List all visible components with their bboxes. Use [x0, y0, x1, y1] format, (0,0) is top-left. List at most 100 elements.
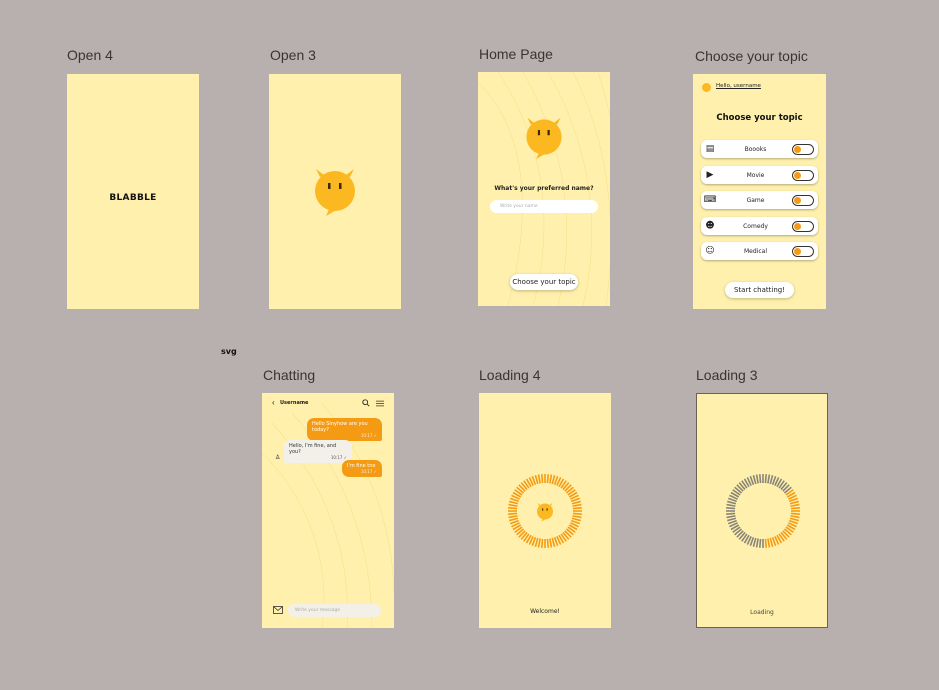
mascot-icon [537, 502, 553, 522]
ring-segment [727, 517, 737, 522]
ring-segment [726, 512, 736, 516]
ring-segment [789, 517, 799, 522]
ring-segment [509, 500, 519, 505]
topic-heading: Choose your topic [716, 113, 803, 123]
mascot-icon [315, 169, 355, 216]
ring-segment [755, 474, 759, 484]
menu-icon[interactable] [376, 400, 384, 407]
loading-caption: Loading [750, 609, 774, 616]
ring-segment [726, 503, 736, 507]
comedy-icon: ☻ [705, 221, 715, 231]
ring-segment [508, 506, 518, 510]
greeting-link[interactable]: Hello, username [716, 83, 761, 89]
frame-loading4: Welcome! [479, 393, 611, 628]
ring-segment [546, 474, 550, 484]
book-icon: ▤ [705, 144, 715, 154]
ring-segment [534, 537, 539, 547]
ring-segment [508, 512, 518, 516]
topic-toggle[interactable] [792, 143, 814, 155]
frame-chat[interactable]: ‹ Username Hello Sinyhow are you today? … [262, 393, 394, 628]
brand-logo-text: BLABBLE [109, 193, 157, 203]
medical-icon: ☺ [705, 246, 715, 256]
ring-segment [537, 474, 541, 484]
ring-segment [769, 537, 774, 547]
frame-open3[interactable] [269, 74, 401, 309]
ring-segment [509, 517, 519, 522]
gamepad-icon: ⌨ [703, 195, 717, 205]
topic-toggle[interactable] [792, 220, 814, 232]
progress-ring [726, 474, 800, 548]
topic-row-game[interactable]: ⌨ Game [701, 191, 818, 209]
frame-label-home: Home Page [479, 46, 553, 62]
ring-segment [752, 537, 757, 547]
topic-row-books[interactable]: ▤ Boooks [701, 140, 818, 158]
ring-segment [540, 538, 544, 548]
ring-segment [790, 515, 800, 519]
ring-segment [789, 500, 799, 505]
mail-icon[interactable] [273, 606, 283, 614]
topic-row-medical[interactable]: ☺ Medical [701, 242, 818, 260]
mascot-icon [526, 117, 562, 159]
topic-toggle[interactable] [792, 169, 814, 181]
topic-toggle[interactable] [792, 245, 814, 257]
message-outgoing: Hello Sinyhow are you today? 10:17 ✓ [307, 418, 382, 441]
topic-label: Game [746, 196, 765, 204]
frame-home[interactable]: What's your preferred name? Write your n… [478, 72, 610, 306]
ring-segment [790, 503, 800, 507]
avatar [702, 83, 711, 92]
ring-segment [767, 538, 771, 548]
name-input[interactable]: Write your name [490, 200, 598, 213]
contact-avatar-icon: ♙ [275, 455, 281, 461]
topic-row-movie[interactable]: ▶ Movie [701, 166, 818, 184]
ring-segment [540, 474, 544, 484]
svg-layer-label: svg [221, 347, 237, 356]
ring-segment [764, 538, 768, 548]
topic-row-comedy[interactable]: ☻ Comedy [701, 217, 818, 235]
topic-label: Boooks [744, 145, 767, 153]
start-chatting-button[interactable]: Start chatting! [725, 282, 794, 298]
chat-username: Username [280, 400, 309, 406]
movie-icon: ▶ [706, 170, 714, 180]
back-icon[interactable]: ‹ [272, 398, 275, 407]
ring-segment [534, 475, 539, 485]
ring-segment [755, 538, 759, 548]
topic-label: Medical [744, 247, 767, 255]
message-incoming: Hello, I'm fine, and you? 10:17 ✓ [284, 440, 352, 463]
frame-topic[interactable]: Hello, username Choose your topic ▤ Booo… [693, 74, 826, 309]
topic-toggle[interactable] [792, 194, 814, 206]
ring-segment [508, 515, 518, 519]
ring-segment [726, 506, 736, 510]
name-question: What's your preferred name? [494, 185, 594, 192]
frame-label-topic: Choose your topic [695, 48, 808, 64]
choose-topic-button[interactable]: Choose your topic [510, 274, 578, 290]
ring-segment [551, 475, 556, 485]
ring-segment [537, 538, 541, 548]
topic-label: Movie [746, 171, 765, 179]
ring-segment [758, 538, 762, 548]
frame-label-loading4: Loading 4 [479, 367, 541, 383]
frame-label-open4: Open 4 [67, 47, 113, 63]
message-input[interactable]: Write your message [288, 604, 381, 617]
ring-segment [767, 474, 771, 484]
frame-loading3: Loading [696, 393, 828, 628]
ring-segment [572, 503, 582, 507]
ring-segment [551, 537, 556, 547]
ring-segment [764, 474, 768, 484]
ring-segment [508, 503, 518, 507]
ring-segment [727, 500, 737, 505]
frame-open4[interactable]: BLABBLE [67, 74, 199, 309]
frame-label-loading3: Loading 3 [696, 367, 758, 383]
ring-segment [572, 512, 582, 516]
ring-segment [769, 475, 774, 485]
ring-segment [726, 515, 736, 519]
ring-segment [549, 538, 553, 548]
ring-segment [790, 512, 800, 516]
frame-label-open3: Open 3 [270, 47, 316, 63]
ring-segment [790, 506, 800, 510]
ring-segment [572, 515, 582, 519]
ring-segment [546, 538, 550, 548]
ring-segment [572, 506, 582, 510]
message-outgoing: I'm fine tne 10:17 ✓ [342, 460, 382, 477]
search-icon[interactable] [362, 399, 370, 407]
ring-segment [758, 474, 762, 484]
